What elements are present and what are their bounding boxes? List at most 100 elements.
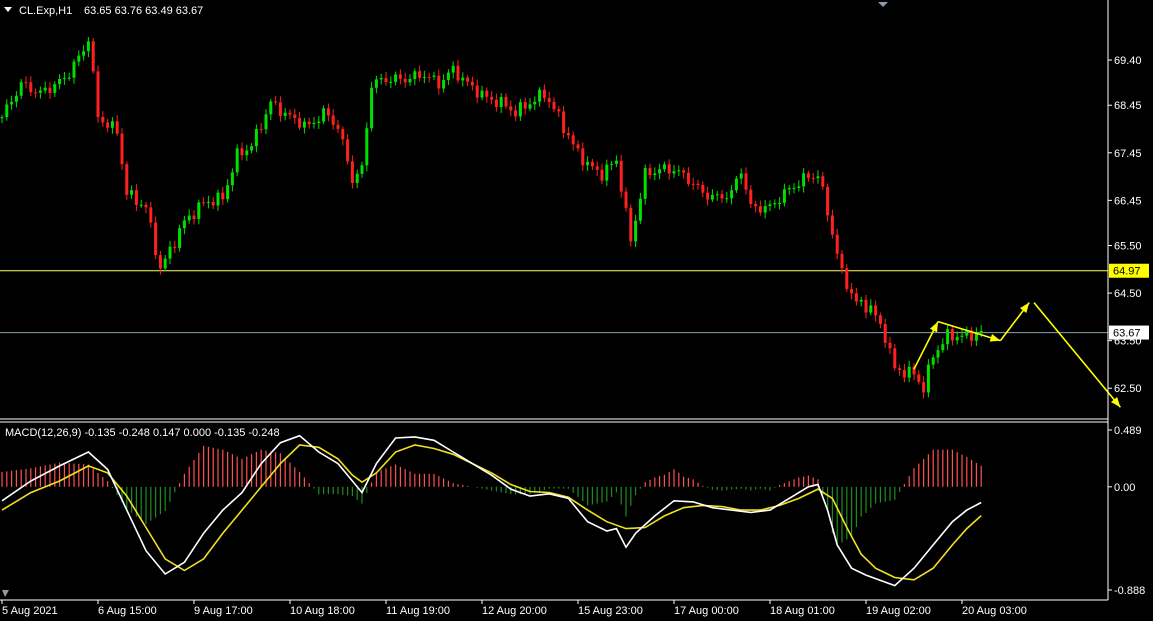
bear-candle: [456, 65, 460, 81]
bull-candle: [773, 203, 777, 205]
bull-candle: [533, 101, 537, 105]
bear-candle: [648, 168, 652, 176]
bear-candle: [470, 81, 474, 86]
bear-candle: [691, 183, 695, 185]
bear-candle: [91, 41, 95, 72]
bear-candle: [403, 78, 407, 83]
bull-candle: [38, 90, 42, 93]
bear-candle: [490, 96, 494, 100]
bear-candle: [494, 99, 498, 108]
bull-candle: [168, 246, 172, 259]
bear-candle: [418, 71, 422, 78]
bear-candle: [29, 82, 33, 93]
bull-candle: [197, 202, 201, 219]
bull-candle: [14, 95, 18, 102]
bull-candle: [480, 90, 484, 98]
bear-candle: [806, 173, 810, 179]
bull-candle: [677, 170, 681, 172]
bear-candle: [898, 368, 902, 370]
bull-candle: [283, 112, 287, 116]
bear-candle: [581, 148, 585, 166]
bear-candle: [624, 191, 628, 208]
bull-candle: [379, 78, 383, 80]
bull-candle: [442, 79, 446, 89]
time-tick-label: 12 Aug 20:00: [482, 605, 547, 617]
bear-candle: [120, 133, 124, 165]
bear-candle: [845, 268, 849, 289]
bull-candle: [206, 201, 210, 203]
bear-candle: [240, 148, 244, 156]
bull-candle: [787, 188, 791, 190]
bull-candle: [432, 75, 436, 77]
bull-candle: [710, 194, 714, 200]
bull-candle: [931, 357, 935, 365]
bear-candle: [336, 124, 340, 129]
bear-candle: [437, 75, 441, 89]
time-tick-label: 20 Aug 03:00: [962, 605, 1027, 617]
price-tick-label: 62.50: [1114, 383, 1142, 395]
bull-candle: [936, 350, 940, 358]
bear-candle: [893, 348, 897, 369]
bull-candle: [322, 108, 326, 122]
time-tick-label: 18 Aug 01:00: [770, 605, 835, 617]
bear-candle: [821, 176, 825, 187]
bull-candle: [355, 173, 359, 183]
bull-candle: [254, 129, 258, 147]
bull-candle: [245, 150, 249, 156]
bull-candle: [130, 190, 134, 195]
bull-candle: [662, 164, 666, 170]
bull-candle: [62, 78, 66, 80]
bear-candle: [883, 323, 887, 343]
bear-candle: [552, 101, 556, 110]
bear-candle: [758, 206, 762, 213]
bull-candle: [5, 104, 9, 118]
price-tick-label: 67.45: [1114, 148, 1142, 160]
bear-candle: [427, 76, 431, 78]
bull-candle: [768, 204, 772, 207]
chart-background: [0, 0, 1153, 621]
time-tick-label: 6 Aug 15:00: [98, 605, 157, 617]
time-tick-label: 15 Aug 23:00: [578, 605, 643, 617]
bear-candle: [922, 382, 926, 393]
bear-candle: [854, 293, 858, 302]
bear-candle: [331, 115, 335, 125]
bear-candle: [154, 222, 158, 256]
bull-candle: [269, 101, 273, 115]
bull-candle: [792, 187, 796, 189]
bear-candle: [106, 122, 110, 128]
bear-candle: [346, 139, 350, 162]
bear-candle: [571, 135, 575, 145]
bear-candle: [34, 92, 38, 94]
bull-candle: [461, 77, 465, 81]
bear-candle: [125, 164, 129, 195]
bear-candle: [701, 184, 705, 193]
bull-candle: [802, 173, 806, 187]
bull-candle: [653, 173, 657, 176]
bear-candle: [96, 71, 100, 117]
bull-candle: [139, 204, 143, 206]
bear-candle: [590, 161, 594, 167]
bull-candle: [538, 89, 542, 102]
bear-candle: [288, 112, 292, 115]
bear-candle: [398, 74, 402, 79]
time-tick-label: 5 Aug 2021: [2, 605, 58, 617]
bull-candle: [110, 121, 114, 128]
bull-candle: [941, 344, 945, 351]
bull-candle: [907, 366, 911, 378]
bull-candle: [250, 146, 254, 151]
chart-canvas[interactable]: 69.4068.4567.4566.4565.5064.5063.5062.50…: [0, 0, 1153, 621]
bear-candle: [557, 109, 561, 112]
bear-candle: [686, 172, 690, 184]
bear-candle: [682, 170, 686, 173]
bear-candle: [173, 246, 177, 248]
bull-candle: [797, 186, 801, 188]
bull-candle: [518, 102, 522, 117]
bull-candle: [53, 84, 57, 93]
bull-candle: [413, 71, 417, 80]
bear-candle: [744, 173, 748, 190]
bear-candle: [562, 111, 566, 134]
bear-candle: [523, 102, 527, 109]
badge-label: 64.97: [1113, 266, 1141, 278]
time-tick-label: 9 Aug 17:00: [194, 605, 253, 617]
bear-candle: [101, 116, 105, 123]
